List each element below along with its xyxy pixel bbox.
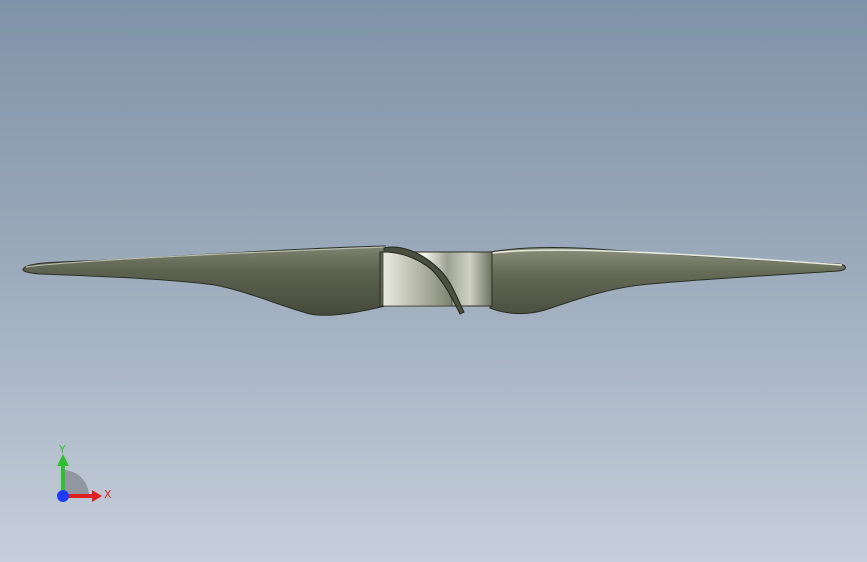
view-orientation-triad-icon[interactable]: Y X — [40, 440, 120, 510]
x-axis-label: X — [104, 488, 112, 501]
graphics-viewport[interactable]: Y X — [0, 0, 867, 562]
z-axis-dot — [57, 490, 69, 502]
propeller-model[interactable] — [0, 0, 867, 562]
y-axis-label: Y — [58, 443, 66, 456]
left-blade — [22, 245, 386, 316]
x-axis-arrow — [92, 490, 102, 502]
right-blade — [489, 247, 846, 315]
